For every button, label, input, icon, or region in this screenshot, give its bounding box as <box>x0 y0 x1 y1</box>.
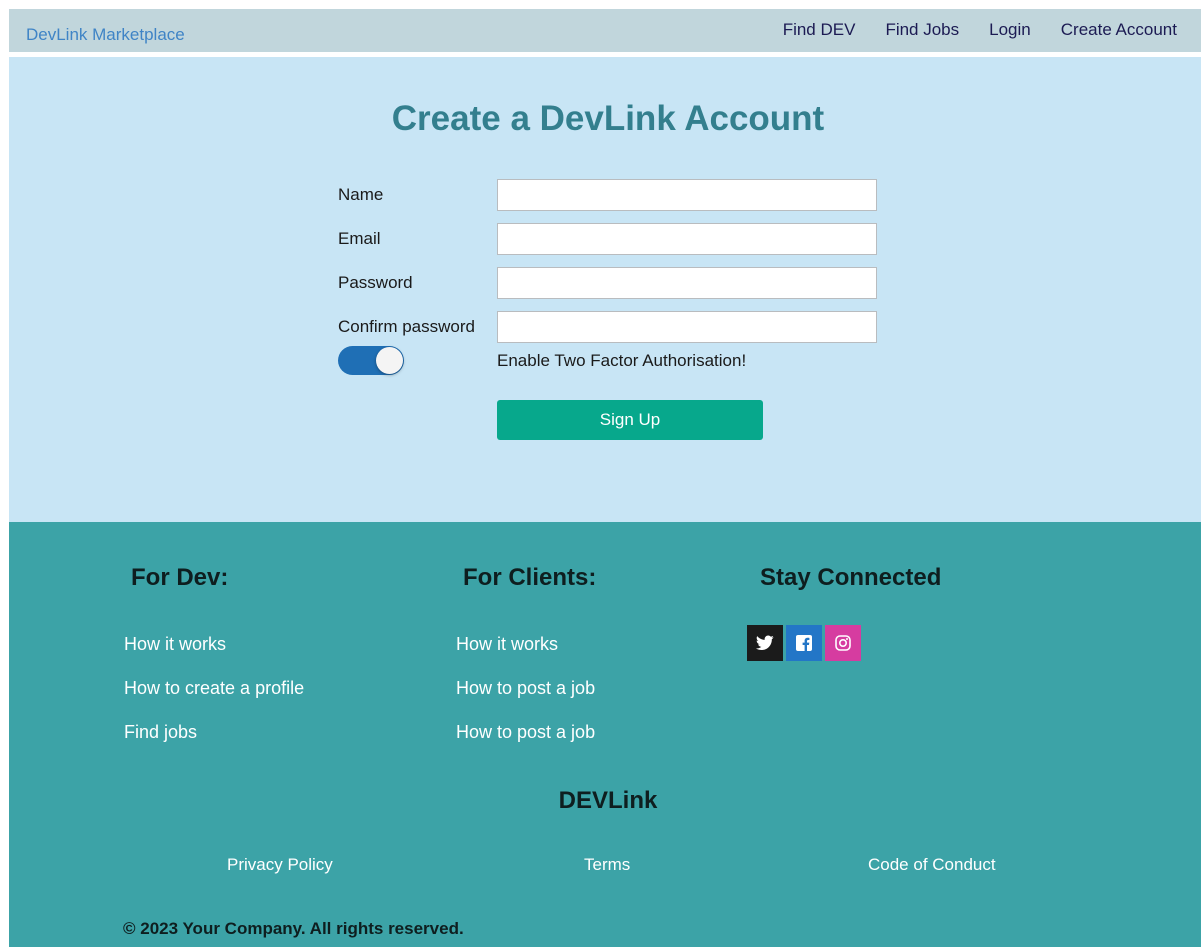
email-field[interactable] <box>497 223 877 255</box>
signup-section: Create a DevLink Account Name Email Pass… <box>9 57 1201 522</box>
dev-create-profile-link[interactable]: How to create a profile <box>124 678 304 699</box>
name-label: Name <box>338 185 384 204</box>
page-title: Create a DevLink Account <box>391 99 825 138</box>
nav-links: Find DEV Find Jobs Login Create Account <box>753 20 1177 40</box>
clients-how-it-works-link[interactable]: How it works <box>456 634 558 655</box>
toggle-knob <box>376 347 403 374</box>
for-clients-heading: For Clients: <box>463 564 597 591</box>
confirm-password-label: Confirm password <box>338 317 475 336</box>
instagram-icon[interactable] <box>825 625 861 661</box>
two-factor-toggle[interactable] <box>338 346 404 375</box>
facebook-icon[interactable] <box>786 625 822 661</box>
twitter-icon[interactable] <box>747 625 783 661</box>
name-field[interactable] <box>497 179 877 211</box>
confirm-password-field[interactable] <box>497 311 877 343</box>
brand-link[interactable]: DevLink Marketplace <box>26 25 185 45</box>
twitter-glyph <box>756 635 774 650</box>
stay-connected-heading: Stay Connected <box>760 564 942 591</box>
password-field[interactable] <box>497 267 877 299</box>
clients-post-job-link-2[interactable]: How to post a job <box>456 722 595 743</box>
instagram-glyph <box>835 635 851 651</box>
clients-post-job-link[interactable]: How to post a job <box>456 678 595 699</box>
facebook-glyph <box>796 635 812 651</box>
copyright: © 2023 Your Company. All rights reserved… <box>123 919 464 938</box>
email-label: Email <box>338 229 381 248</box>
nav-login[interactable]: Login <box>989 20 1031 40</box>
terms-link[interactable]: Terms <box>584 855 630 875</box>
code-of-conduct-link[interactable]: Code of Conduct <box>868 855 996 875</box>
two-factor-label: Enable Two Factor Authorisation! <box>497 351 747 370</box>
sign-up-button[interactable]: Sign Up <box>497 400 763 440</box>
password-label: Password <box>338 273 413 292</box>
nav-find-jobs[interactable]: Find Jobs <box>885 20 959 40</box>
nav-create-account[interactable]: Create Account <box>1061 20 1177 40</box>
privacy-policy-link[interactable]: Privacy Policy <box>227 855 333 875</box>
dev-find-jobs-link[interactable]: Find jobs <box>124 722 197 743</box>
navbar: DevLink Marketplace Find DEV Find Jobs L… <box>9 9 1201 52</box>
footer: For Dev: How it works How to create a pr… <box>9 522 1201 947</box>
dev-how-it-works-link[interactable]: How it works <box>124 634 226 655</box>
page: DevLink Marketplace Find DEV Find Jobs L… <box>9 9 1201 947</box>
nav-find-dev[interactable]: Find DEV <box>783 20 856 40</box>
for-dev-heading: For Dev: <box>131 564 229 591</box>
footer-brand: DEVLink <box>558 787 658 814</box>
